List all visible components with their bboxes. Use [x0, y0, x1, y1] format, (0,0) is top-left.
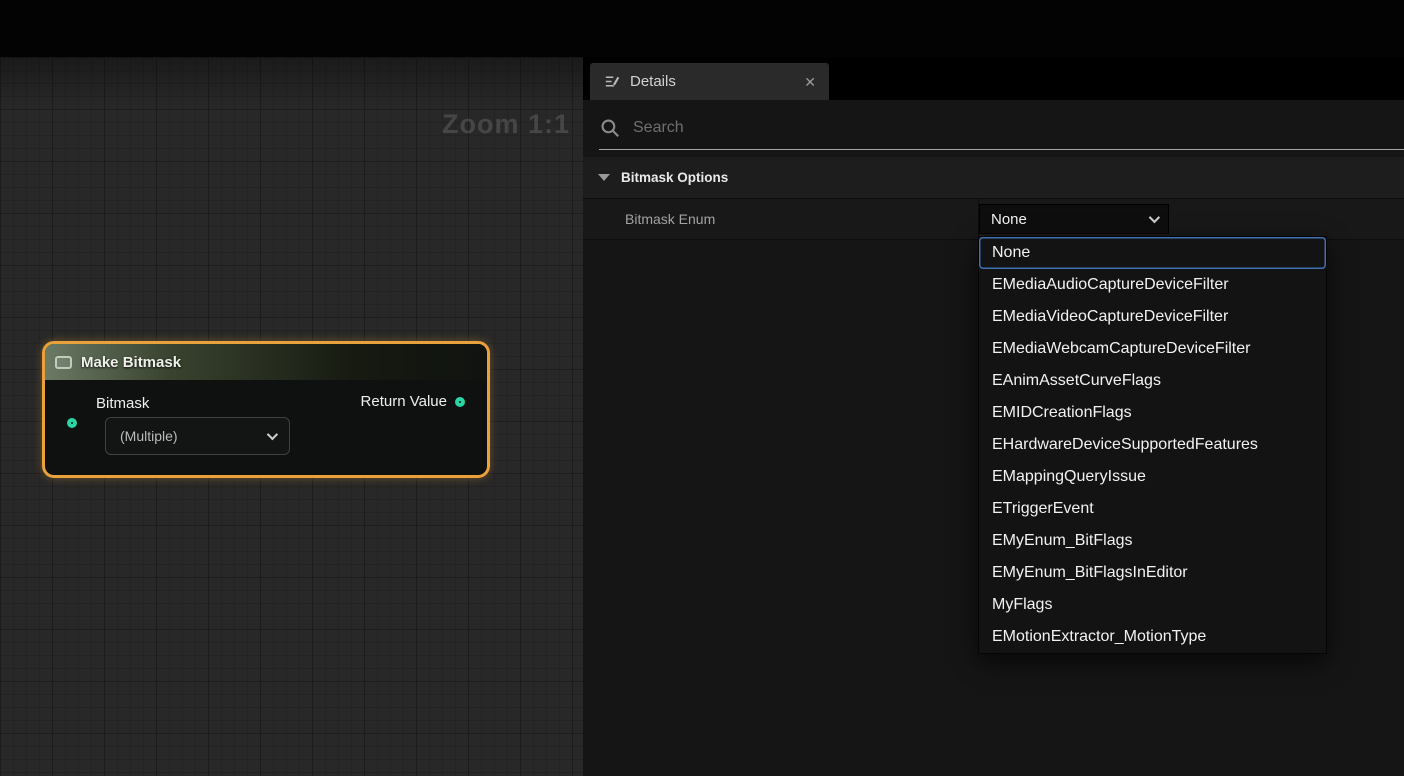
list-item[interactable]: EMappingQueryIssue	[979, 461, 1326, 493]
search-input[interactable]	[633, 119, 1404, 137]
details-tab-bar: Details ✕	[583, 57, 1404, 100]
list-item[interactable]: EMIDCreationFlags	[979, 397, 1326, 429]
make-bitmask-node[interactable]: Make Bitmask Bitmask (Multiple) Return V…	[42, 341, 490, 478]
bitmask-enum-dropdown[interactable]: None	[979, 204, 1169, 234]
list-item[interactable]: EMotionExtractor_MotionType	[979, 621, 1326, 653]
output-pin[interactable]	[455, 397, 465, 407]
list-item[interactable]: EMediaVideoCaptureDeviceFilter	[979, 301, 1326, 333]
section-title: Bitmask Options	[621, 170, 728, 185]
details-pencil-icon	[603, 73, 620, 90]
close-icon[interactable]: ✕	[804, 75, 816, 89]
property-label-cell: Bitmask Enum	[583, 199, 978, 239]
search-row	[583, 100, 1404, 157]
list-item[interactable]: EMyEnum_BitFlagsInEditor	[979, 557, 1326, 589]
list-item[interactable]: MyFlags	[979, 589, 1326, 621]
output-pin-label: Return Value	[361, 393, 447, 410]
list-item[interactable]: None	[979, 237, 1326, 269]
chevron-down-icon	[1149, 212, 1160, 223]
enum-dropdown-list: None EMediaAudioCaptureDeviceFilter EMed…	[978, 236, 1327, 654]
input-pin-label: Bitmask	[96, 395, 149, 412]
collapse-arrow-icon	[598, 174, 610, 181]
node-body: Bitmask (Multiple) Return Value	[45, 380, 487, 475]
list-item[interactable]: EMyEnum_BitFlags	[979, 525, 1326, 557]
property-value-cell: None	[978, 199, 1404, 239]
node-title: Make Bitmask	[81, 354, 181, 371]
node-header: Make Bitmask	[45, 344, 487, 380]
list-item[interactable]: EAnimAssetCurveFlags	[979, 365, 1326, 397]
list-item[interactable]: EHardwareDeviceSupportedFeatures	[979, 429, 1326, 461]
zoom-indicator: Zoom 1:1	[442, 109, 570, 140]
main-area: Zoom 1:1 Make Bitmask Bitmask (Multiple)…	[0, 57, 1404, 776]
search-field[interactable]	[599, 108, 1404, 150]
bitmask-value-dropdown[interactable]: (Multiple)	[105, 417, 290, 455]
output-pin-row: Return Value	[361, 393, 465, 410]
make-struct-icon	[55, 356, 72, 369]
bitmask-enum-value: None	[991, 211, 1027, 228]
blueprint-graph-canvas[interactable]: Zoom 1:1 Make Bitmask Bitmask (Multiple)…	[0, 57, 583, 776]
list-item[interactable]: EMediaWebcamCaptureDeviceFilter	[979, 333, 1326, 365]
property-row-bitmask-enum: Bitmask Enum None	[583, 199, 1404, 240]
top-toolbar	[0, 0, 1404, 57]
chevron-down-icon	[267, 429, 278, 440]
search-icon	[599, 117, 622, 140]
list-item[interactable]: ETriggerEvent	[979, 493, 1326, 525]
property-label: Bitmask Enum	[625, 211, 715, 227]
tab-details[interactable]: Details ✕	[590, 63, 829, 100]
tab-title: Details	[630, 73, 794, 90]
details-panel: Details ✕ Bitmask Options Bitmask Enum	[583, 57, 1404, 776]
list-item[interactable]: EMediaAudioCaptureDeviceFilter	[979, 269, 1326, 301]
section-bitmask-options[interactable]: Bitmask Options	[583, 157, 1404, 199]
input-pin[interactable]	[67, 418, 77, 428]
bitmask-value-text: (Multiple)	[120, 428, 178, 444]
